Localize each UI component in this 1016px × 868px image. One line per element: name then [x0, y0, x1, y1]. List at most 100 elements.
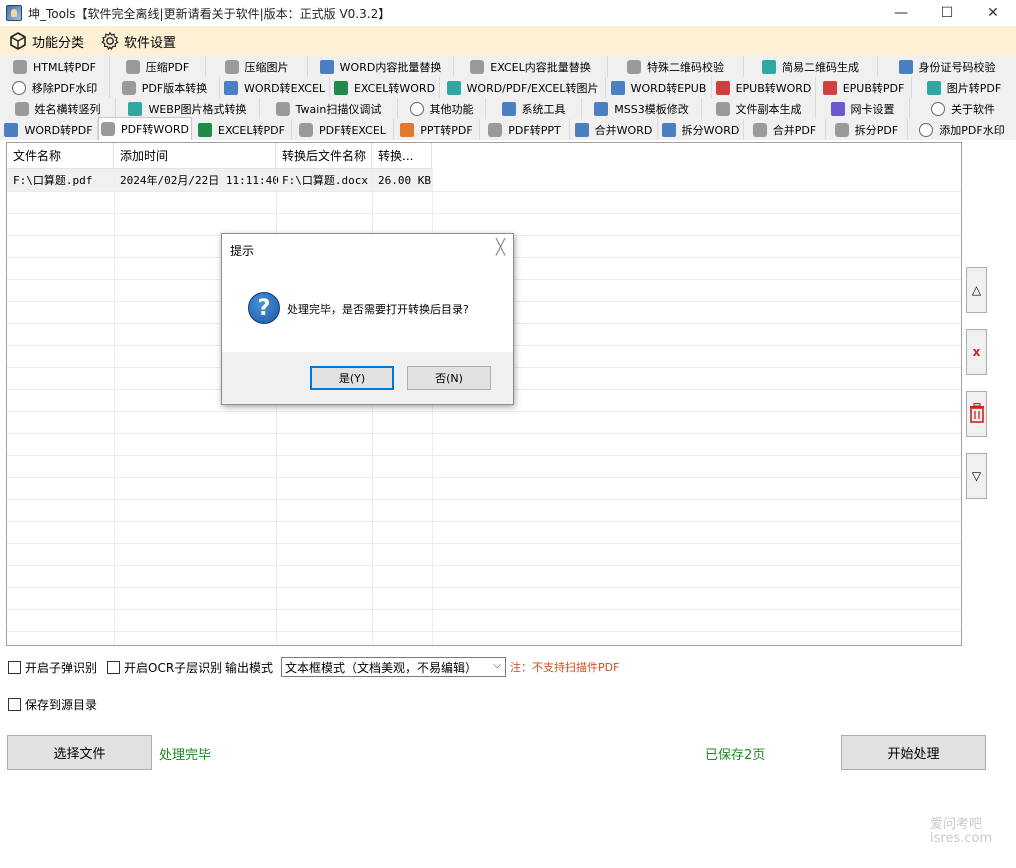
text-icon	[14, 101, 29, 116]
dialog-footer: 是(Y) 否(N)	[222, 352, 513, 404]
gear-icon	[594, 101, 609, 116]
tab-word-to-epub[interactable]: WORD转EPUB	[606, 77, 712, 98]
col-header-added-time[interactable]: 添加时间	[114, 143, 276, 169]
tab-mss3-template[interactable]: MSS3模板修改	[582, 98, 702, 119]
tab-pdf-to-ppt[interactable]: PDF转PPT	[480, 119, 570, 140]
grid-hline	[7, 543, 961, 544]
tab-pdf-to-excel[interactable]: PDF转EXCEL	[292, 119, 394, 140]
watermark-icon	[11, 80, 26, 95]
tab-merge-pdf[interactable]: 合并PDF	[744, 119, 826, 140]
tab-add-pdf-watermark[interactable]: 添加PDF水印	[908, 119, 1016, 140]
more-icon	[409, 101, 424, 116]
tab-webp-convert[interactable]: WEBP图片格式转换	[116, 98, 260, 119]
tab-split-pdf[interactable]: 拆分PDF	[826, 119, 908, 140]
cell-added-time[interactable]: 2024年/02月/22日 11:11:40	[114, 169, 279, 191]
start-process-button[interactable]: 开始处理	[841, 735, 986, 770]
tab-word-batch-replace[interactable]: WORD内容批量替换	[308, 56, 454, 77]
menu-bar: 功能分类 软件设置	[0, 26, 1016, 56]
sub-bullet-checkbox[interactable]	[8, 661, 21, 674]
question-icon: ?	[248, 292, 280, 324]
tab-excel-to-word[interactable]: EXCEL转WORD	[330, 77, 440, 98]
tab-split-word[interactable]: 拆分WORD	[658, 119, 744, 140]
function-tabs: HTML转PDF 压缩PDF 压缩图片 WORD内容批量替换 EXCEL内容批量…	[0, 56, 1016, 140]
minimize-button[interactable]: —	[878, 0, 924, 26]
tab-word-to-pdf[interactable]: WORD转PDF	[0, 119, 98, 140]
grid-hline	[7, 433, 961, 434]
maximize-button[interactable]: ☐	[924, 0, 970, 26]
epub-icon	[715, 80, 730, 95]
tab-excel-batch-replace[interactable]: EXCEL内容批量替换	[454, 56, 608, 77]
tab-ppt-to-pdf[interactable]: PPT转PDF	[394, 119, 480, 140]
remove-item-button[interactable]: x	[966, 329, 987, 375]
tab-excel-to-pdf[interactable]: EXCEL转PDF	[192, 119, 292, 140]
ppt-icon	[400, 122, 415, 137]
dialog-no-button[interactable]: 否(N)	[407, 366, 491, 390]
pdf-icon	[121, 80, 136, 95]
option-sub-bullet[interactable]: 开启子弹识别	[8, 659, 97, 676]
tab-system-tools[interactable]: 系统工具	[486, 98, 582, 119]
title-bar: 坤_Tools【软件完全离线|更新请看关于软件|版本：正式版 V0.3.2】 —…	[0, 0, 1016, 26]
dialog-yes-button[interactable]: 是(Y)	[310, 366, 394, 390]
tab-about-software[interactable]: 关于软件	[910, 98, 1016, 119]
tab-other-functions[interactable]: 其他功能	[398, 98, 486, 119]
col-header-output-filename[interactable]: 转换后文件名称	[276, 143, 372, 169]
move-down-button[interactable]: ▽	[966, 453, 987, 499]
tab-name-horizontal-vertical[interactable]: 姓名横转竖列	[0, 98, 116, 119]
grid-hline	[7, 411, 961, 412]
tab-pdf-to-word[interactable]: PDF转WORD	[98, 117, 192, 140]
menu-settings-label: 软件设置	[124, 35, 177, 51]
qrcode-icon	[627, 59, 641, 74]
tab-twain-scanner[interactable]: Twain扫描仪调试	[260, 98, 398, 119]
saved-pages-status: 已保存2页	[705, 748, 766, 763]
excel-icon	[198, 122, 213, 137]
compress-icon	[224, 59, 239, 74]
tab-image-to-pdf[interactable]: 图片转PDF	[912, 77, 1016, 98]
tab-file-copy-gen[interactable]: 文件副本生成	[702, 98, 816, 119]
scan-pdf-note: 注：不支持扫描件PDF	[510, 661, 620, 674]
tab-simple-qrcode-gen[interactable]: 简易二维码生成	[744, 56, 878, 77]
cell-filename[interactable]: F:\口算题.pdf	[7, 169, 92, 191]
tab-nic-settings[interactable]: 网卡设置	[816, 98, 910, 119]
info-icon	[931, 101, 945, 116]
cell-size[interactable]: 26.00 KB	[372, 169, 431, 191]
output-mode-select[interactable]: 文本框模式（文档美观，不易编辑） ⌵	[281, 657, 506, 677]
tab-remove-pdf-watermark[interactable]: 移除PDF水印	[0, 77, 110, 98]
tab-html-to-pdf[interactable]: HTML转PDF	[0, 56, 110, 77]
image-icon	[446, 80, 461, 95]
close-button[interactable]: ✕	[970, 0, 1016, 26]
excel-icon	[470, 59, 485, 74]
category-icon	[8, 31, 28, 51]
col-header-filename[interactable]: 文件名称	[7, 143, 114, 169]
prompt-dialog: 提示 ╳ ? 处理完毕，是否需要打开转换后目录? 是(Y) 否(N)	[221, 233, 514, 405]
tab-epub-to-word[interactable]: EPUB转WORD	[712, 77, 816, 98]
save-to-source-checkbox[interactable]	[8, 698, 21, 711]
col-header-size[interactable]: 转换...	[372, 143, 432, 169]
cell-output-filename[interactable]: F:\口算题.docx	[276, 169, 368, 191]
tab-compress-pdf[interactable]: 压缩PDF	[110, 56, 206, 77]
site-watermark: 爱问考吧 isres.com	[930, 818, 992, 846]
excel-icon	[333, 80, 348, 95]
move-up-button[interactable]: △	[966, 267, 987, 313]
menu-category[interactable]: 功能分类	[8, 31, 84, 51]
image-icon	[926, 80, 941, 95]
clear-list-button[interactable]	[966, 391, 987, 437]
option-save-to-source[interactable]: 保存到源目录	[8, 696, 97, 713]
compress-icon	[125, 59, 140, 74]
grid-hline	[7, 213, 961, 214]
select-file-button[interactable]: 选择文件	[7, 735, 152, 770]
option-ocr-layer[interactable]: 开启OCR子层识别	[107, 659, 222, 676]
menu-settings[interactable]: 软件设置	[100, 31, 176, 51]
tab-epub-to-pdf[interactable]: EPUB转PDF	[816, 77, 912, 98]
tab-pdf-version-convert[interactable]: PDF版本转换	[110, 77, 220, 98]
tab-special-qrcode-check[interactable]: 特殊二维码校验	[608, 56, 744, 77]
dialog-message: 处理完毕，是否需要打开转换后目录?	[287, 303, 469, 316]
ocr-layer-checkbox[interactable]	[107, 661, 120, 674]
tab-doc-to-image[interactable]: WORD/PDF/EXCEL转图片	[440, 77, 606, 98]
tab-merge-word[interactable]: 合并WORD	[570, 119, 658, 140]
tab-compress-image[interactable]: 压缩图片	[206, 56, 308, 77]
pdf-icon	[834, 122, 849, 137]
dialog-close-button[interactable]: ╳	[496, 238, 505, 256]
tab-id-card-check[interactable]: 身份证号码校验	[878, 56, 1016, 77]
grid-hline	[7, 499, 961, 500]
tab-word-to-excel[interactable]: WORD转EXCEL	[220, 77, 330, 98]
